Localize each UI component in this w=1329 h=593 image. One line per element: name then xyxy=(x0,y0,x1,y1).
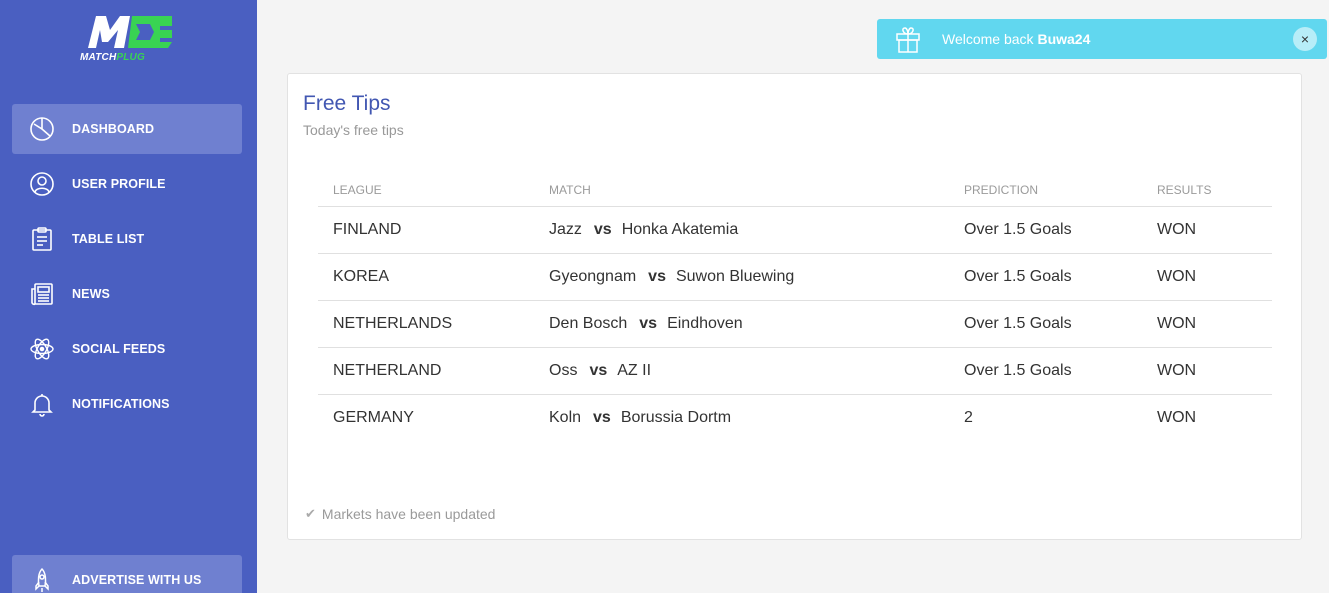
home-team: Oss xyxy=(549,361,578,379)
vs-label: vs xyxy=(593,408,611,426)
user-icon xyxy=(28,170,56,198)
bell-icon xyxy=(28,390,56,418)
toast-message: Welcome back Buwa24 xyxy=(942,31,1090,47)
sidebar-item-label: DASHBOARD xyxy=(72,122,155,136)
away-team: AZ II xyxy=(617,361,652,379)
home-team: Den Bosch xyxy=(549,314,628,332)
header-prediction: PREDICTION xyxy=(949,174,1142,207)
vs-label: vs xyxy=(589,361,608,379)
toast-prefix: Welcome back xyxy=(942,31,1034,47)
logo-word: MATCH xyxy=(80,52,117,63)
sidebar-item-label: NOTIFICATIONS xyxy=(72,397,170,411)
sidebar-item-table-list[interactable]: TABLE LIST xyxy=(12,214,242,264)
header-results: RESULTS xyxy=(1142,174,1272,207)
sidebar-item-user-profile[interactable]: USER PROFILE xyxy=(12,159,242,209)
away-team: Honka Akatemia xyxy=(621,220,739,238)
welcome-toast: Welcome back Buwa24 × xyxy=(877,19,1327,59)
atom-icon xyxy=(28,335,56,363)
home-team: Koln xyxy=(549,408,582,426)
tips-table: LEAGUE MATCH PREDICTION RESULTS FINLAND … xyxy=(318,174,1272,441)
vs-label: vs xyxy=(639,314,658,332)
check-icon: ✔ xyxy=(305,506,316,521)
sidebar-item-label: USER PROFILE xyxy=(72,177,166,191)
prediction-cell: 2 xyxy=(964,408,973,426)
away-team: Borussia Dortm xyxy=(620,408,732,426)
newspaper-icon xyxy=(28,280,56,308)
prediction-cell: Over 1.5 Goals xyxy=(949,206,1142,254)
home-team: Gyeongnam xyxy=(549,267,637,285)
logo-word-accent: PLUG xyxy=(116,52,145,63)
sidebar-item-social-feeds[interactable]: SOCIAL FEEDS xyxy=(12,324,242,374)
card-subtitle: Today's free tips xyxy=(303,122,404,138)
match-cell: Gyeongnam vs Suwon Bluewing xyxy=(534,253,949,301)
sidebar-item-label: NEWS xyxy=(72,287,110,301)
header-league: LEAGUE xyxy=(318,174,534,207)
league-cell: FINLAND xyxy=(318,206,534,254)
result-cell: WON xyxy=(1142,206,1272,254)
result-cell: WON xyxy=(1142,300,1272,348)
pie-chart-icon xyxy=(28,115,56,143)
sidebar-item-label: SOCIAL FEEDS xyxy=(72,342,166,356)
match-cell: Koln vs Borussia Dortm xyxy=(534,394,949,441)
toast-username: Buwa24 xyxy=(1037,31,1091,47)
logo-wordmark: MATCHPLUG xyxy=(80,52,176,63)
card-title: Free Tips xyxy=(303,92,391,115)
away-team: Suwon Bluewing xyxy=(675,267,795,285)
sidebar-nav: DASHBOARD USER PROFILE TABLE LIST NEWS S… xyxy=(12,104,242,434)
advertise-button[interactable]: ADVERTISE WITH US xyxy=(12,555,242,593)
table-row: NETHERLANDS Den Bosch vs Eindhoven Over 1.… xyxy=(318,300,1272,348)
sidebar: MATCHPLUG DASHBOARD USER PROFILE TABLE L… xyxy=(0,0,257,593)
advertise-label: ADVERTISE WITH US xyxy=(72,573,202,587)
vs-label: vs xyxy=(648,267,666,285)
away-team: Eindhoven xyxy=(667,314,743,332)
sidebar-item-news[interactable]: NEWS xyxy=(12,269,242,319)
result-cell: WON xyxy=(1142,253,1272,301)
sidebar-item-label: TABLE LIST xyxy=(72,232,145,246)
free-tips-card: Free Tips Today's free tips LEAGUE MATCH… xyxy=(287,73,1302,540)
vs-label: vs xyxy=(593,220,612,238)
table-row: FINLAND Jazz vs Honka Akatemia Over 1.5 Go… xyxy=(318,206,1272,254)
table-row: GERMANY Koln vs Borussia Dortm 2 WON xyxy=(318,394,1272,441)
rocket-icon xyxy=(28,566,56,593)
prediction-cell: Over 1.5 Goals xyxy=(949,300,1142,348)
league-cell: NETHERLAND xyxy=(318,347,534,395)
gift-icon xyxy=(893,24,923,54)
match-cell: Oss vs AZ II xyxy=(534,347,949,395)
league-cell: KOREA xyxy=(318,253,534,301)
table-row: NETHERLAND Oss vs AZ II Over 1.5 Goals WON xyxy=(318,347,1272,395)
league-cell: NETHERLANDS xyxy=(318,300,534,348)
matchplug-logo[interactable]: MATCHPLUG xyxy=(80,12,176,66)
result-cell: WON xyxy=(1142,347,1272,395)
clipboard-icon xyxy=(28,225,56,253)
header-match: MATCH xyxy=(534,174,949,207)
prediction-cell: Over 1.5 Goals xyxy=(949,347,1142,395)
match-cell: Jazz vs Honka Akatemia xyxy=(534,206,949,254)
league-cell: GERMANY xyxy=(333,408,414,426)
footer-text: Markets have been updated xyxy=(321,506,496,522)
close-icon[interactable]: × xyxy=(1293,27,1317,51)
logo-mark-icon xyxy=(88,16,172,48)
home-team: Jazz xyxy=(549,220,582,238)
sidebar-item-dashboard[interactable]: DASHBOARD xyxy=(12,104,242,154)
table-row: KOREA Gyeongnam vs Suwon Bluewing Over 1.5… xyxy=(318,253,1272,301)
match-cell: Den Bosch vs Eindhoven xyxy=(534,300,949,348)
prediction-cell: Over 1.5 Goals xyxy=(949,253,1142,301)
card-footer: ✔ Markets have been updated xyxy=(305,506,495,522)
result-cell: WON xyxy=(1157,408,1197,426)
table-header-row: LEAGUE MATCH PREDICTION RESULTS xyxy=(318,174,1272,207)
sidebar-item-notifications[interactable]: NOTIFICATIONS xyxy=(12,379,242,429)
